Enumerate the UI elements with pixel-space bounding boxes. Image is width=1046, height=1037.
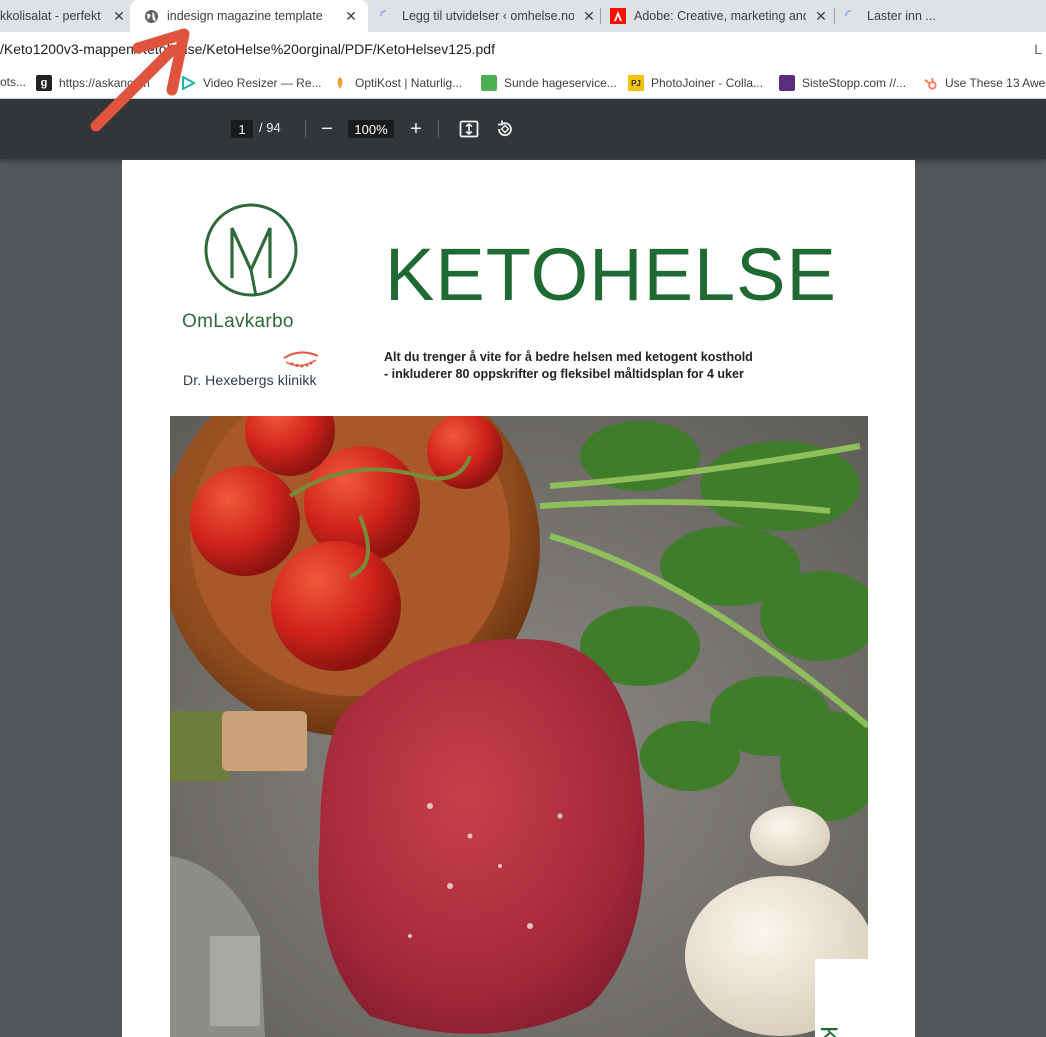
tab-separator bbox=[600, 8, 601, 24]
subtitle-line: - inkluderer 80 oppskrifter og fleksibel… bbox=[384, 367, 744, 381]
bookmark-label: ots... bbox=[0, 75, 27, 89]
loading-spinner-icon bbox=[378, 8, 394, 24]
annotation-arrow-icon bbox=[90, 28, 190, 132]
bookmark-item[interactable]: Use These 13 Awes bbox=[922, 75, 1046, 91]
adobe-icon bbox=[610, 8, 626, 24]
g-icon: g bbox=[36, 75, 52, 91]
bookmark-label: Sunde hageservice... bbox=[504, 76, 617, 90]
tab-title: Adobe: Creative, marketing and bbox=[634, 9, 806, 23]
bookmark-label: OptiKost | Naturlig... bbox=[355, 76, 463, 90]
green-square-icon bbox=[481, 75, 497, 91]
bookmark-label: SisteStopp.com //... bbox=[802, 76, 907, 90]
fit-to-page-icon[interactable] bbox=[458, 119, 480, 139]
pdf-page: OmLavkarbo Dr. Hexebergs klinikk KETOHEL… bbox=[122, 160, 915, 1037]
bookmark-item[interactable]: ots... bbox=[0, 75, 26, 89]
document-title: KETOHELSE bbox=[385, 233, 837, 316]
tab-legg-til-utvidelser[interactable]: Legg til utvidelser ‹ omhelse.no ✕ bbox=[378, 0, 598, 32]
close-icon[interactable]: ✕ bbox=[342, 7, 360, 25]
rotate-icon[interactable] bbox=[494, 119, 516, 139]
zoom-level-input[interactable]: 100% bbox=[348, 120, 394, 138]
cover-photo bbox=[170, 416, 868, 1037]
page-number-input[interactable]: 1 bbox=[231, 120, 253, 138]
clinic-logo-icon bbox=[283, 351, 319, 368]
document-subtitle: Alt du trenger å vite for å bedre helsen… bbox=[384, 349, 753, 383]
url-text[interactable]: /Keto1200v3-mappen/KetoHelse/KetoHelse%2… bbox=[0, 41, 495, 57]
bookmark-item[interactable]: Sunde hageservice... bbox=[481, 75, 617, 91]
toolbar-divider bbox=[438, 120, 439, 138]
close-icon[interactable]: ✕ bbox=[812, 7, 830, 25]
toolbar-divider bbox=[305, 120, 306, 138]
tab-laster-inn[interactable]: Laster inn ... bbox=[843, 0, 1046, 32]
zoom-in-button[interactable]: + bbox=[406, 119, 426, 139]
bookmark-item[interactable]: SisteStopp.com //... bbox=[779, 75, 906, 91]
tab-title: Laster inn ... bbox=[867, 9, 936, 23]
omlavkarbo-logo-icon bbox=[204, 203, 298, 297]
address-bar-edge-char: L bbox=[1028, 41, 1042, 57]
bookmark-item[interactable]: OptiKost | Naturlig... bbox=[332, 75, 462, 91]
bookmark-item[interactable]: PJ PhotoJoiner - Colla... bbox=[628, 75, 763, 91]
bookmark-label: Use These 13 Awes bbox=[945, 76, 1046, 90]
hubspot-icon bbox=[922, 75, 938, 91]
pj-icon: PJ bbox=[628, 75, 644, 91]
page-total: / 94 bbox=[259, 120, 281, 135]
leaf-icon bbox=[332, 75, 348, 91]
brand-name: OmLavkarbo bbox=[182, 311, 294, 332]
tab-title: Legg til utvidelser ‹ omhelse.no bbox=[402, 9, 574, 23]
corner-title-letter: K bbox=[815, 1026, 842, 1037]
tab-separator bbox=[834, 8, 835, 24]
purple-square-icon bbox=[779, 75, 795, 91]
bookmark-label: Video Resizer — Re... bbox=[203, 76, 322, 90]
subtitle-line: Alt du trenger å vite for å bedre helsen… bbox=[384, 350, 753, 364]
loading-spinner-icon bbox=[843, 8, 859, 24]
zoom-out-button[interactable]: − bbox=[317, 119, 337, 139]
tab-adobe[interactable]: Adobe: Creative, marketing and ✕ bbox=[610, 0, 830, 32]
bookmark-label: PhotoJoiner - Colla... bbox=[651, 76, 764, 90]
clinic-name: Dr. Hexebergs klinikk bbox=[183, 372, 317, 388]
close-icon[interactable]: ✕ bbox=[580, 7, 598, 25]
